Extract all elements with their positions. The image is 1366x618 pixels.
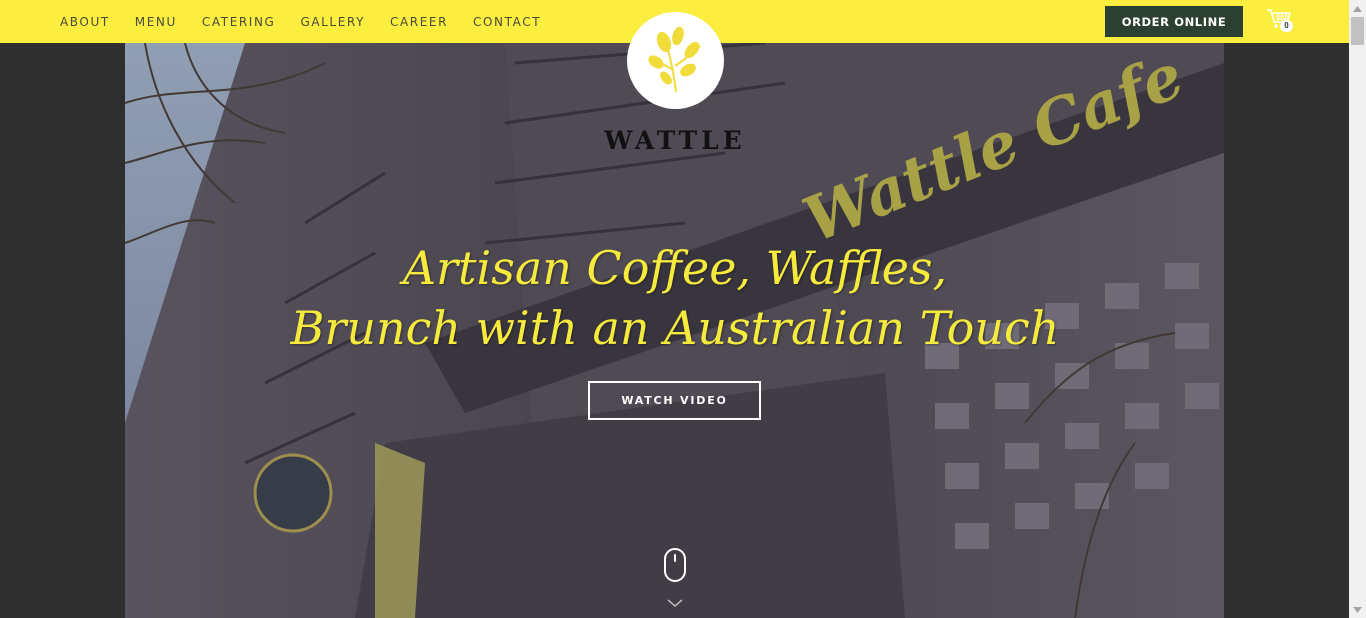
- mouse-scroll-icon[interactable]: [663, 547, 687, 583]
- scroll-down-arrow-icon[interactable]: [1349, 601, 1366, 618]
- scrollbar-thumb[interactable]: [1351, 17, 1364, 45]
- cart-count-badge: 0: [1280, 20, 1293, 32]
- hero-headline-line-1: Artisan Coffee, Waffles,: [402, 241, 948, 295]
- nav-item-gallery[interactable]: GALLERY: [300, 15, 365, 29]
- page-scrollbar[interactable]: [1349, 0, 1366, 618]
- nav-item-career[interactable]: CAREER: [390, 15, 448, 29]
- cart-button[interactable]: 0: [1266, 8, 1296, 34]
- main-nav: ABOUT MENU CATERING GALLERY CAREER CONTA…: [60, 0, 566, 43]
- hero-headline: Artisan Coffee, Waffles, Brunch with an …: [250, 238, 1100, 358]
- nav-item-contact[interactable]: CONTACT: [473, 15, 541, 29]
- scroll-up-arrow-icon[interactable]: [1349, 0, 1366, 17]
- nav-item-about[interactable]: ABOUT: [60, 15, 110, 29]
- wattle-flower-icon: [647, 26, 701, 92]
- order-online-button[interactable]: ORDER ONLINE: [1105, 6, 1243, 37]
- brand-name: WATTLE: [604, 126, 746, 155]
- nav-item-catering[interactable]: CATERING: [202, 15, 276, 29]
- hero-headline-line-2: Brunch with an Australian Touch: [290, 301, 1060, 355]
- watch-video-button[interactable]: WATCH VIDEO: [588, 381, 761, 420]
- logo[interactable]: [627, 12, 724, 109]
- nav-item-menu[interactable]: MENU: [135, 15, 177, 29]
- chevron-down-icon: [667, 599, 683, 607]
